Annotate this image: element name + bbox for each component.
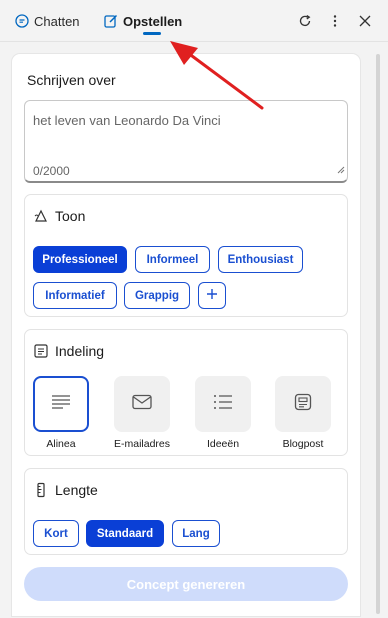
- active-tab-indicator: [143, 32, 161, 35]
- length-option-standard[interactable]: Standaard: [86, 520, 164, 547]
- format-title: Indeling: [55, 343, 105, 359]
- tab-compose[interactable]: Opstellen: [104, 0, 182, 42]
- format-option-blogpost[interactable]: Blogpost: [275, 376, 331, 450]
- length-option-long[interactable]: Lang: [172, 520, 220, 547]
- blogpost-icon: [294, 393, 312, 416]
- topic-textarea[interactable]: het leven van Leonardo Da Vinci 0/2000: [24, 100, 348, 183]
- tone-option-enthusiastic[interactable]: Enthousiast: [218, 246, 303, 273]
- compose-icon: [104, 14, 118, 28]
- length-title: Lengte: [55, 482, 98, 498]
- tone-option-funny[interactable]: Grappig: [124, 282, 190, 309]
- list-icon: [213, 394, 233, 415]
- length-card: Lengte Kort Standaard Lang: [24, 468, 348, 555]
- format-header: Indeling: [33, 343, 104, 359]
- more-icon[interactable]: [325, 11, 345, 31]
- scrollbar[interactable]: [376, 54, 380, 614]
- resize-grip-icon[interactable]: [337, 161, 345, 179]
- tone-title: Toon: [55, 208, 86, 224]
- format-card: Indeling Alinea E-mailadres Ideeën Blogp…: [24, 329, 348, 456]
- compose-panel: Schrijven over het leven van Leonardo Da…: [12, 54, 360, 616]
- chat-icon: [15, 14, 29, 28]
- tone-card: Toon Professioneel Informeel Enthousiast…: [24, 194, 348, 317]
- topic-input-value: het leven van Leonardo Da Vinci: [33, 113, 221, 128]
- length-header: Lengte: [33, 482, 98, 498]
- char-counter: 0/2000: [33, 164, 70, 178]
- generate-draft-button[interactable]: Concept genereren: [24, 567, 348, 601]
- tone-option-informative[interactable]: Informatief: [33, 282, 117, 309]
- format-option-label: Ideeën: [206, 438, 240, 450]
- refresh-icon[interactable]: [295, 11, 315, 31]
- email-icon: [132, 394, 152, 415]
- tone-option-informal[interactable]: Informeel: [135, 246, 210, 273]
- tone-icon: [33, 208, 49, 224]
- format-option-label: Alinea: [46, 438, 76, 450]
- close-icon[interactable]: [355, 11, 375, 31]
- tab-chat-label: Chatten: [34, 13, 80, 29]
- paragraph-icon: [51, 394, 71, 415]
- format-option-ideas[interactable]: Ideeën: [195, 376, 251, 450]
- tab-chat[interactable]: Chatten: [15, 0, 80, 42]
- format-option-label: E-mailadres: [113, 438, 171, 450]
- tab-compose-label: Opstellen: [123, 13, 183, 29]
- format-option-label: Blogpost: [282, 438, 324, 450]
- ruler-icon: [33, 482, 49, 498]
- format-icon: [33, 343, 49, 359]
- plus-icon: [206, 288, 218, 303]
- add-tone-button[interactable]: [198, 282, 226, 309]
- length-option-short[interactable]: Kort: [33, 520, 79, 547]
- top-bar: Chatten Opstellen: [0, 0, 388, 42]
- format-option-paragraph[interactable]: Alinea: [33, 376, 89, 450]
- tone-header: Toon: [33, 208, 85, 224]
- tone-option-professional[interactable]: Professioneel: [33, 246, 127, 273]
- format-option-email[interactable]: E-mailadres: [114, 376, 170, 450]
- write-about-label: Schrijven over: [27, 72, 116, 88]
